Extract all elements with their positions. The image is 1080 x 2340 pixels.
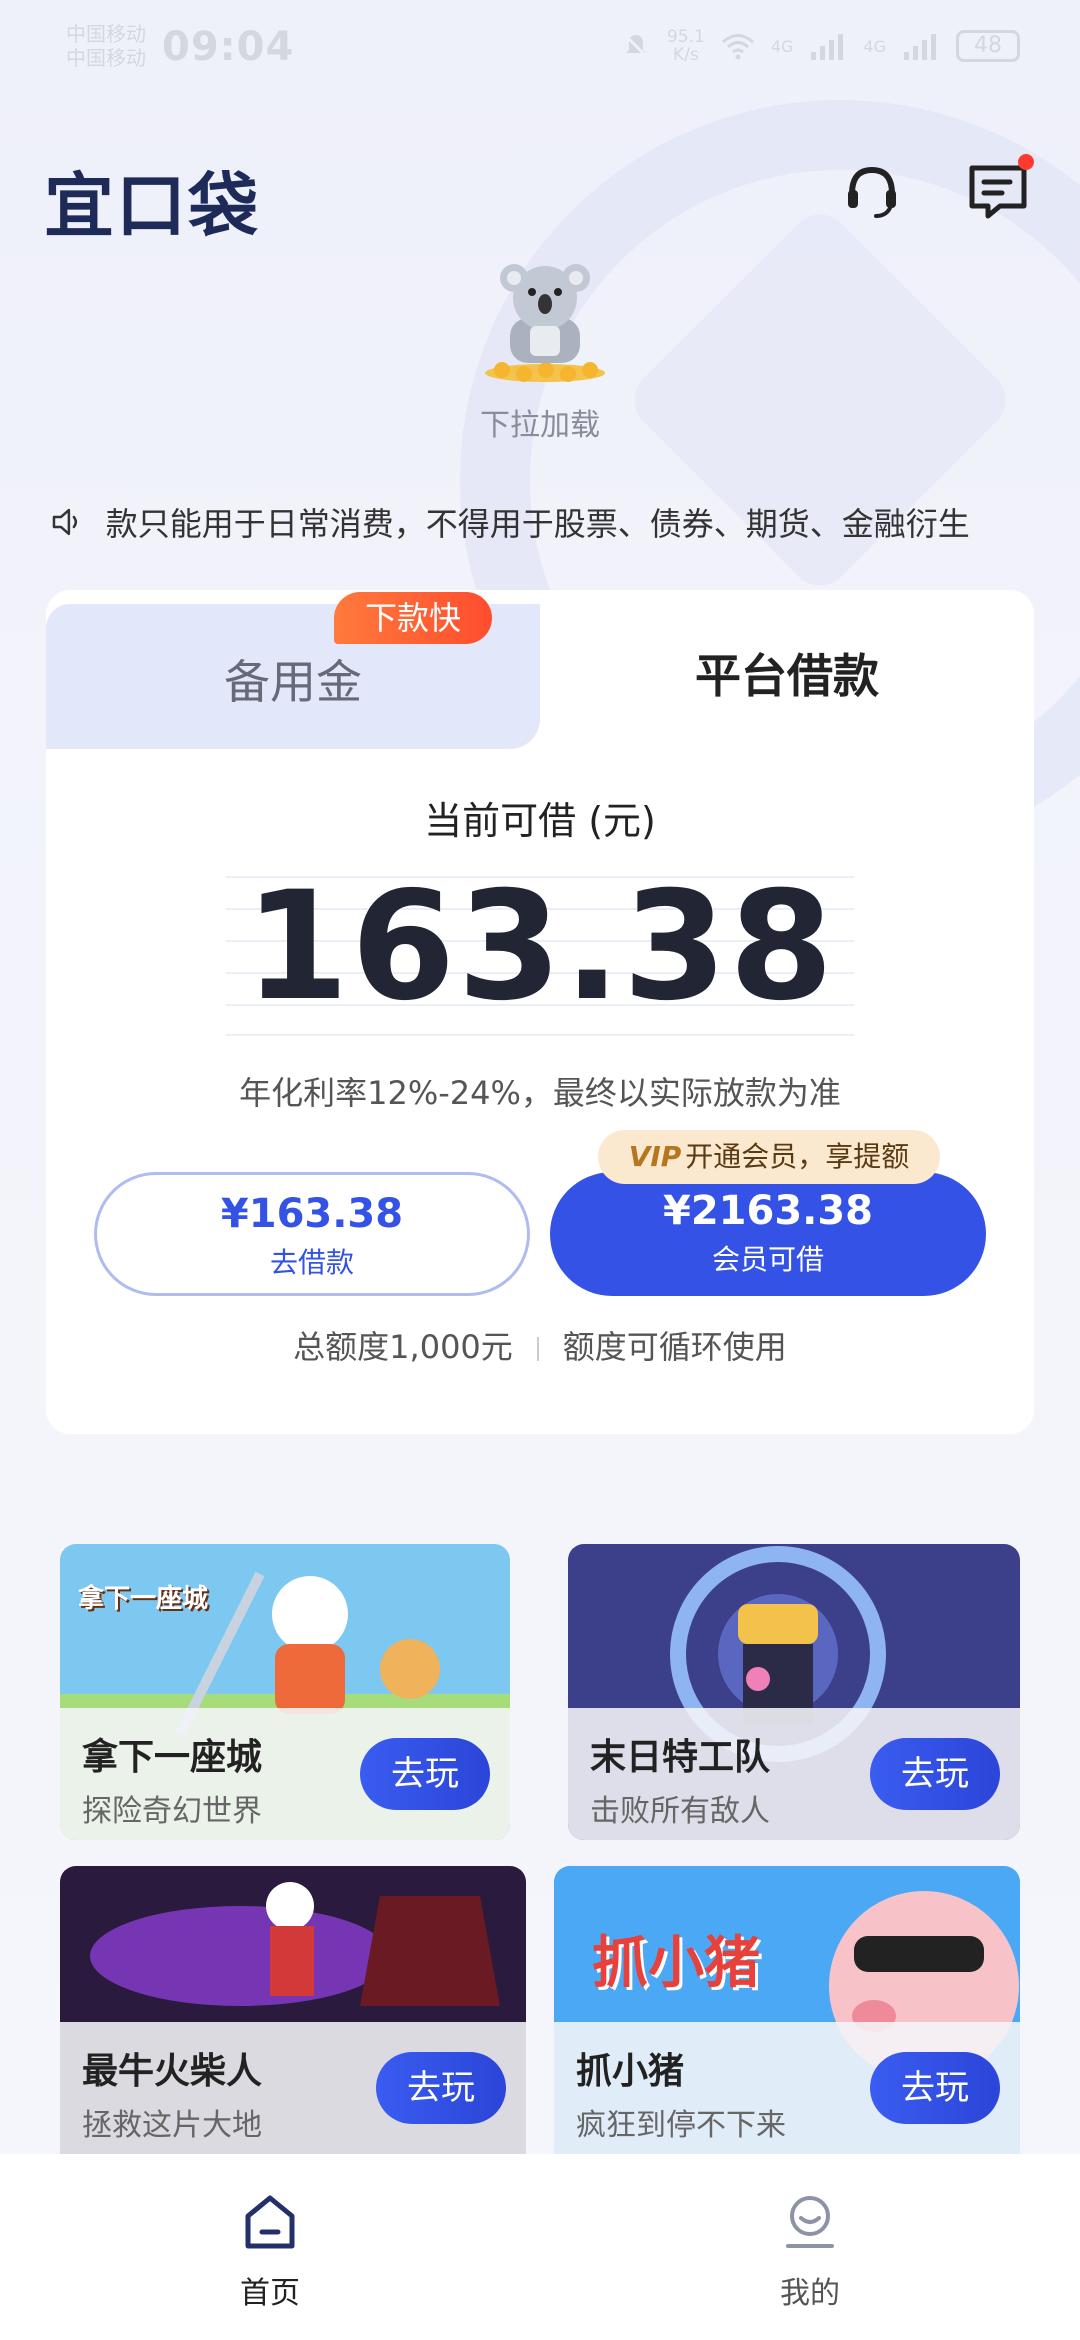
vip-promo-tag[interactable]: VIP 开通会员，享提额 <box>598 1130 940 1184</box>
signal-icon-2 <box>902 32 940 60</box>
game-info-panel: 末日特工队 击败所有敌人 去玩 <box>568 1708 1020 1840</box>
game-card[interactable]: 末日特工队 击败所有敌人 去玩 <box>568 1544 1020 1840</box>
play-button[interactable]: 去玩 <box>870 1738 1000 1810</box>
game-info-panel: 最牛火柴人 拯救这片大地 去玩 <box>60 2022 526 2154</box>
member-amount: ¥2163.38 <box>662 1188 874 1234</box>
carrier-labels: 中国移动 中国移动 <box>66 22 146 70</box>
profile-icon <box>786 2196 834 2248</box>
network-type-1: 4G <box>770 36 794 56</box>
app-screen: 中国移动 中国移动 09:04 95.1 K/s 4G 4G 48 宜口袋 下拉… <box>0 0 1080 2340</box>
unread-dot <box>1018 154 1034 170</box>
carrier-1: 中国移动 <box>66 22 146 46</box>
message-icon <box>969 165 1027 219</box>
game-name: 最牛火柴人 <box>82 2051 263 2092</box>
notice-text: 款只能用于日常消费，不得用于股票、债券、期货、金融衍生 <box>105 505 970 543</box>
nav-home-label: 首页 <box>240 2276 300 2311</box>
member-label: 会员可借 <box>711 1243 824 1276</box>
member-borrow-button[interactable]: ¥2163.38 会员可借 <box>550 1172 986 1296</box>
headset-icon[interactable] <box>840 160 904 224</box>
notice-bar[interactable]: 款只能用于日常消费，不得用于股票、债券、期货、金融衍生 <box>50 500 1030 544</box>
borrow-label: 去借款 <box>269 1246 354 1279</box>
nav-profile[interactable]: 我的 <box>710 2190 910 2312</box>
battery-indicator: 48 <box>956 30 1020 62</box>
play-button[interactable]: 去玩 <box>870 2052 1000 2124</box>
speed-unit: K/s <box>673 45 699 65</box>
carrier-2: 中国移动 <box>66 46 146 70</box>
app-logo: 宜口袋 <box>44 165 260 247</box>
game-info-panel: 抓小猪 疯狂到停不下来 去玩 <box>554 2022 1020 2154</box>
tab-reserve-fund-label: 备用金 <box>224 655 362 709</box>
play-button[interactable]: 去玩 <box>360 1738 490 1810</box>
vip-icon: VIP <box>628 1140 682 1173</box>
game-name: 末日特工队 <box>590 1737 771 1778</box>
mute-bell-icon <box>623 33 649 59</box>
fast-disbursement-badge: 下款快 <box>334 592 492 644</box>
game-description: 拯救这片大地 <box>82 2108 262 2143</box>
vip-promo-text: 开通会员，享提额 <box>685 1140 910 1173</box>
network-speed: 95.1 K/s <box>667 28 705 64</box>
pull-to-refresh-label: 下拉加载 <box>480 408 600 443</box>
borrow-amount: ¥163.38 <box>220 1191 404 1237</box>
game-art-title: 拿下一座城 <box>78 1584 209 1614</box>
game-card[interactable]: 最牛火柴人 拯救这片大地 去玩 <box>60 1866 526 2154</box>
game-info-panel: 拿下一座城 探险奇幻世界 去玩 <box>60 1708 510 1840</box>
game-description: 击败所有敌人 <box>590 1794 770 1829</box>
available-amount: 163.38 <box>244 860 836 1034</box>
available-title: 当前可借 (元) <box>424 799 656 843</box>
game-name: 抓小猪 <box>576 2051 685 2092</box>
speed-value: 95.1 <box>666 27 705 47</box>
divider <box>536 1337 539 1361</box>
wifi-icon <box>721 34 754 60</box>
status-time: 09:04 <box>162 24 295 70</box>
nav-home[interactable]: 首页 <box>170 2190 370 2312</box>
tab-platform-loan[interactable]: 平台借款 <box>540 590 1034 740</box>
game-card[interactable]: 抓小猪 抓小猪 疯狂到停不下来 去玩 <box>554 1866 1020 2154</box>
status-indicators: 95.1 K/s 4G 4G 48 <box>621 28 1020 64</box>
bottom-navigation: 首页 我的 <box>0 2154 1080 2340</box>
speaker-icon <box>52 508 78 536</box>
network-type-2: 4G <box>863 36 886 56</box>
play-button[interactable]: 去玩 <box>376 2052 506 2124</box>
game-description: 探险奇幻世界 <box>82 1794 262 1829</box>
borrow-button[interactable]: ¥163.38 去借款 <box>94 1172 530 1296</box>
game-card[interactable]: 拿下一座城 拿下一座城 探险奇幻世界 去玩 <box>60 1544 510 1840</box>
quota-note: 额度可循环使用 <box>562 1328 787 1366</box>
tab-platform-loan-label: 平台借款 <box>695 649 879 703</box>
game-name: 拿下一座城 <box>82 1737 263 1778</box>
message-button[interactable] <box>966 154 1034 224</box>
game-art-title: 抓小猪 <box>592 1931 760 1996</box>
home-icon <box>245 2195 295 2249</box>
interest-rate-note: 年化利率12%-24%，最终以实际放款为准 <box>239 1074 841 1112</box>
koala-mascot-icon <box>485 264 605 382</box>
quota-info: 总额度1,000元 额度可循环使用 <box>0 1322 1080 1368</box>
status-bar: 中国移动 中国移动 09:04 95.1 K/s 4G 4G 48 <box>0 0 1080 100</box>
quota-total: 总额度1,000元 <box>293 1328 513 1366</box>
signal-icon <box>809 32 847 60</box>
nav-profile-label: 我的 <box>780 2276 840 2311</box>
game-description: 疯狂到停不下来 <box>576 2108 786 2143</box>
